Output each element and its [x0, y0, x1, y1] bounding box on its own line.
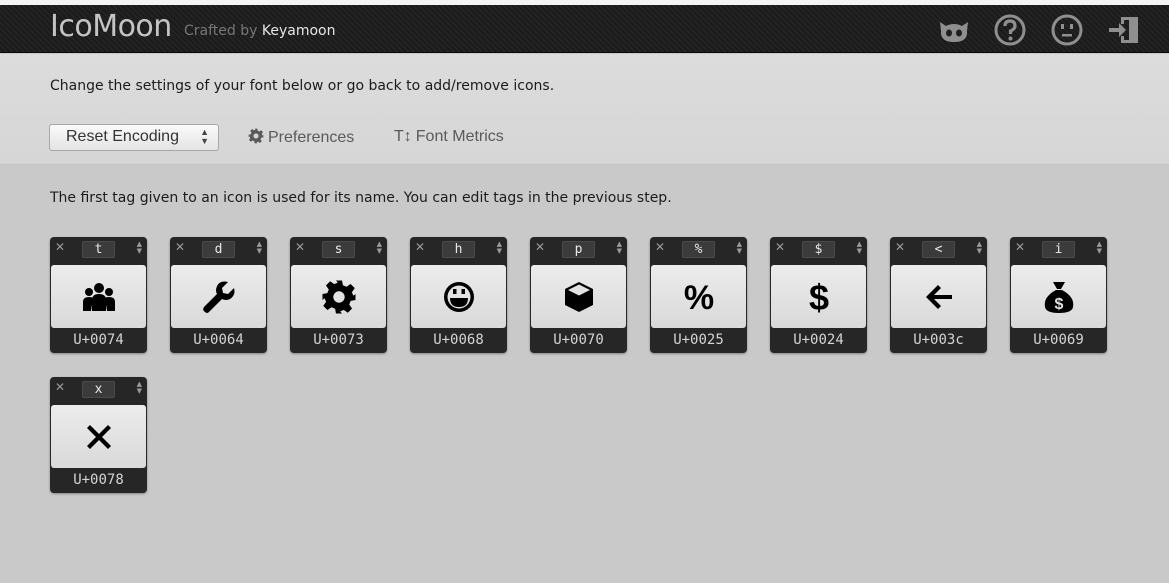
char-stepper-icon[interactable]: ▲ ▼: [497, 241, 502, 255]
char-stepper-icon[interactable]: ▲ ▼: [377, 241, 382, 255]
wrench-icon: [171, 265, 266, 328]
smiley-icon[interactable]: [1050, 13, 1084, 47]
char-stepper-icon[interactable]: ▲ ▼: [257, 241, 262, 255]
svg-text:%: %: [683, 279, 713, 315]
close-icon: [51, 405, 146, 468]
glyph-code: U+0025: [673, 332, 724, 348]
font-metrics-button[interactable]: T↕ Font Metrics: [394, 128, 504, 146]
remove-glyph-icon[interactable]: ✕: [535, 240, 545, 254]
remove-glyph-icon[interactable]: ✕: [295, 240, 305, 254]
app-logo[interactable]: IcoMoon: [50, 9, 172, 44]
settings-intro: Change the settings of your font below o…: [50, 78, 555, 94]
happy-face-icon: [411, 265, 506, 328]
glyph-card[interactable]: ✕ ▲▼ U+003c: [890, 237, 987, 353]
glyph-card[interactable]: ✕ ▲▼ U+0068: [410, 237, 507, 353]
glyph-code: U+0074: [73, 332, 124, 348]
percent-icon: %: [651, 265, 746, 328]
cube-icon: [531, 265, 626, 328]
dollar-icon: $: [771, 265, 866, 328]
glyph-char-input[interactable]: [322, 241, 355, 258]
select-arrows-icon: ▲ ▼: [200, 127, 209, 146]
gear-icon: [248, 128, 264, 147]
glyph-code: U+0069: [1033, 332, 1084, 348]
glyph-char-input[interactable]: [802, 241, 835, 258]
glyph-card[interactable]: ✕ ▲▼ U+0078: [50, 377, 147, 493]
glyph-card[interactable]: ✕ ▲▼ U+0070: [530, 237, 627, 353]
glyph-char-input[interactable]: [82, 241, 115, 258]
glyph-card[interactable]: ✕ ▲▼ $ U+0024: [770, 237, 867, 353]
char-stepper-icon[interactable]: ▲ ▼: [1097, 241, 1102, 255]
glyph-code: U+0024: [793, 332, 844, 348]
glyph-card[interactable]: ✕ ▲▼ U+0064: [170, 237, 267, 353]
crafted-prefix: Crafted by: [184, 23, 258, 39]
remove-glyph-icon[interactable]: ✕: [55, 240, 65, 254]
exit-icon[interactable]: [1107, 13, 1141, 47]
glyph-card[interactable]: ✕ ▲▼ $ U+0069: [1010, 237, 1107, 353]
remove-glyph-icon[interactable]: ✕: [55, 380, 65, 394]
remove-glyph-icon[interactable]: ✕: [655, 240, 665, 254]
settings-panel: Change the settings of your font below o…: [0, 54, 1169, 165]
remove-glyph-icon[interactable]: ✕: [1015, 240, 1025, 254]
glyph-code: U+0073: [313, 332, 364, 348]
glyph-char-input[interactable]: [442, 241, 475, 258]
remove-glyph-icon[interactable]: ✕: [175, 240, 185, 254]
crafted-by: Crafted by Keyamoon: [184, 23, 335, 39]
help-icon[interactable]: [993, 13, 1027, 47]
svg-text:$: $: [1054, 296, 1063, 313]
remove-glyph-icon[interactable]: ✕: [775, 240, 785, 254]
remove-glyph-icon[interactable]: ✕: [895, 240, 905, 254]
tag-note: The first tag given to an icon is used f…: [50, 190, 672, 206]
glyph-code: U+0064: [193, 332, 244, 348]
glyph-char-input[interactable]: [922, 241, 955, 258]
remove-glyph-icon[interactable]: ✕: [415, 240, 425, 254]
glyph-code: U+0078: [73, 472, 124, 488]
glyph-code: U+003c: [913, 332, 964, 348]
users-icon: [51, 265, 146, 328]
text-height-icon: T↕: [394, 128, 412, 145]
glyph-char-input[interactable]: [682, 241, 715, 258]
glyph-card[interactable]: ✕ ▲▼ U+0074: [50, 237, 147, 353]
app-header: IcoMoon Crafted by Keyamoon: [0, 5, 1169, 53]
char-stepper-icon[interactable]: ▲ ▼: [617, 241, 622, 255]
char-stepper-icon[interactable]: ▲ ▼: [977, 241, 982, 255]
glyph-char-input[interactable]: [202, 241, 235, 258]
author-link[interactable]: Keyamoon: [262, 23, 336, 39]
arrow-left-icon: [891, 265, 986, 328]
glyph-char-input[interactable]: [1042, 241, 1075, 258]
gear-icon: [291, 265, 386, 328]
char-stepper-icon[interactable]: ▲ ▼: [857, 241, 862, 255]
char-stepper-icon[interactable]: ▲ ▼: [737, 241, 742, 255]
font-metrics-label: Font Metrics: [415, 128, 504, 145]
glyph-char-input[interactable]: [82, 381, 115, 398]
char-stepper-icon[interactable]: ▲ ▼: [137, 381, 142, 395]
preferences-button[interactable]: Preferences: [248, 128, 354, 147]
char-stepper-icon[interactable]: ▲ ▼: [137, 241, 142, 255]
money-bag-icon: $: [1011, 265, 1106, 328]
encoding-select[interactable]: Reset Encoding ▲ ▼: [49, 124, 219, 151]
glyph-card[interactable]: ✕ ▲▼% U+0025: [650, 237, 747, 353]
encoding-select-value: Reset Encoding: [66, 128, 179, 145]
glyph-code: U+0068: [433, 332, 484, 348]
preferences-label: Preferences: [268, 129, 355, 146]
svg-text:$: $: [808, 279, 828, 315]
glyph-char-input[interactable]: [562, 241, 595, 258]
glyph-code: U+0070: [553, 332, 604, 348]
github-icon[interactable]: [937, 13, 971, 47]
glyph-card[interactable]: ✕ ▲▼ U+0073: [290, 237, 387, 353]
